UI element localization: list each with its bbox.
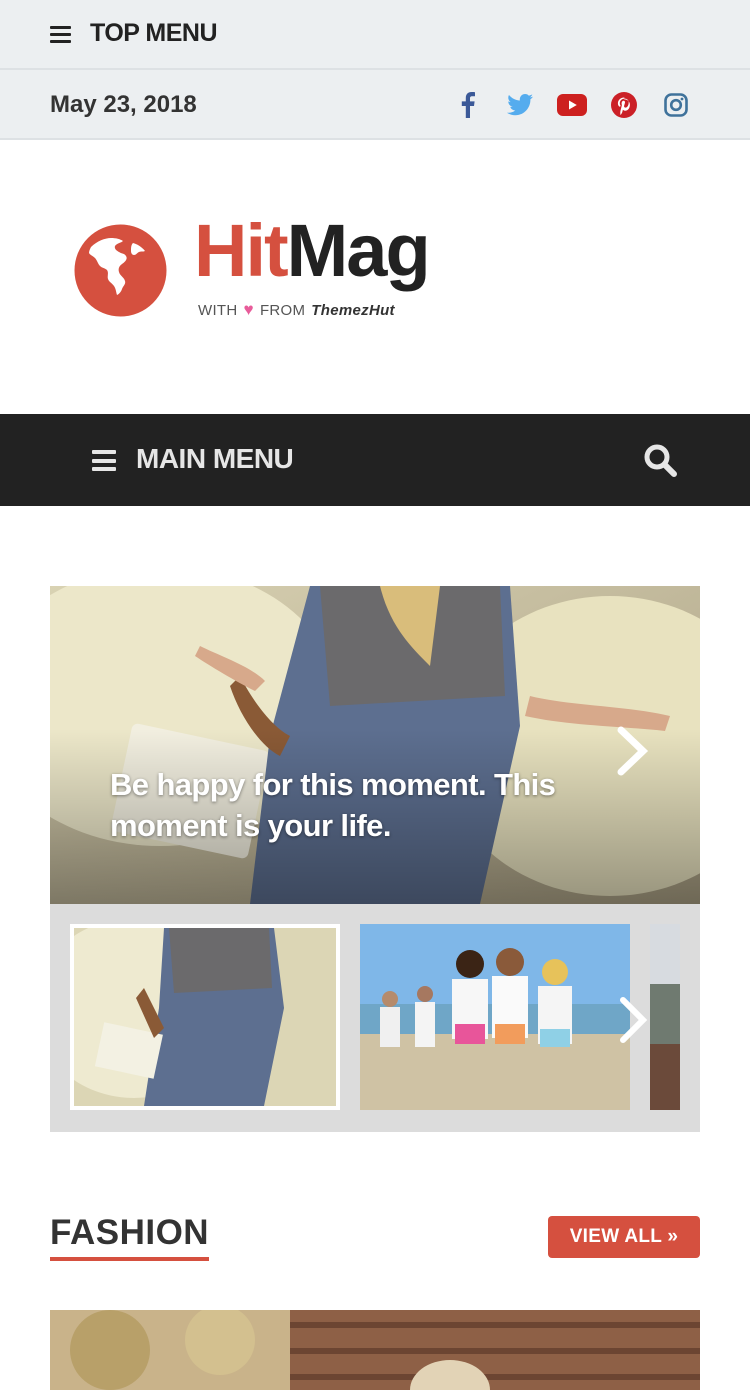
article-thumbnail[interactable] [50, 1310, 700, 1390]
main-menu-label[interactable]: MAIN MENU [136, 443, 294, 475]
slider-thumbnail[interactable] [70, 924, 340, 1110]
globe-logo-icon[interactable] [73, 223, 168, 318]
main-menu-bar: MAIN MENU [0, 414, 750, 506]
tagline-with: WITH [198, 301, 238, 319]
logo-title-hit: Hit [194, 209, 289, 292]
section-title: FASHION [50, 1213, 210, 1261]
slider-thumbnail[interactable] [360, 924, 630, 1110]
hamburger-icon[interactable] [50, 26, 71, 43]
top-menu-label[interactable]: TOP MENU [90, 19, 218, 48]
chevron-right-icon[interactable] [613, 726, 653, 776]
social-links [442, 90, 702, 120]
logo-title-mag: Mag [286, 209, 431, 292]
heart-icon: ♥ [243, 300, 254, 319]
slider-thumbnails [50, 904, 700, 1132]
youtube-icon[interactable] [546, 90, 598, 120]
chevron-right-icon[interactable] [615, 996, 651, 1044]
site-header: HitMag WITH ♥ FROM ThemezHut [0, 140, 750, 414]
hamburger-icon[interactable] [92, 450, 116, 471]
date-social-bar: May 23, 2018 [0, 70, 750, 140]
current-date: May 23, 2018 [50, 91, 197, 118]
site-logo-title[interactable]: HitMag [194, 214, 431, 288]
view-all-button[interactable]: VIEW ALL » [548, 1216, 700, 1258]
instagram-icon[interactable] [650, 90, 702, 120]
slider-image [50, 586, 700, 904]
pinterest-icon[interactable] [598, 90, 650, 120]
slider-caption[interactable]: Be happy for this moment. This moment is… [110, 764, 570, 846]
top-menu-bar: TOP MENU [0, 0, 750, 70]
tagline-brand: ThemezHut [311, 301, 395, 319]
logo-tagline: WITH ♥ FROM ThemezHut [198, 300, 395, 320]
tagline-from: FROM [259, 301, 306, 319]
featured-slider[interactable]: Be happy for this moment. This moment is… [50, 586, 700, 904]
facebook-icon[interactable] [442, 90, 494, 120]
slider-thumbnail[interactable] [650, 924, 680, 1110]
twitter-icon[interactable] [494, 90, 546, 120]
search-icon[interactable] [643, 443, 677, 477]
